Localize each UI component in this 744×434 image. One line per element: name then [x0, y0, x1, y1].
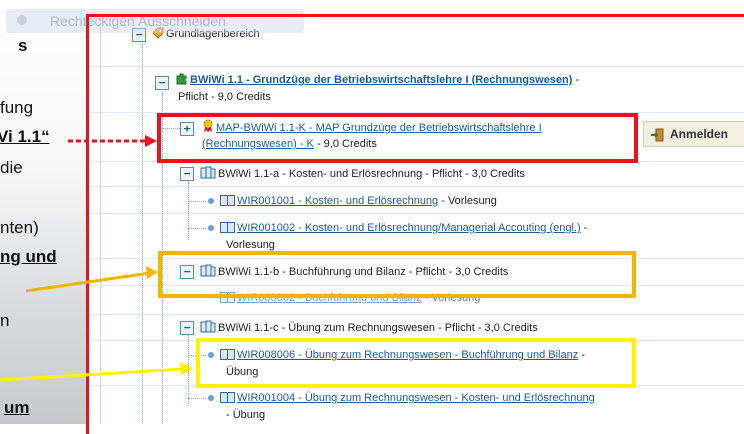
slide-text-line: Vi 1.1“: [0, 127, 50, 146]
slide-text-line: s: [18, 36, 28, 55]
highlight-frame-orange: [158, 251, 636, 298]
highlight-frame-yellow: [196, 338, 636, 388]
slide-text-line: die: [0, 158, 23, 177]
slide-text-line: nten): [0, 218, 39, 237]
slide-text-line: n: [0, 311, 10, 330]
slide-text-line: ng und: [0, 247, 57, 266]
slide-text-panel: s fung Vi 1.1“ die nten) ng und n um: [0, 0, 88, 424]
snip-overlay-dot: [17, 15, 27, 25]
highlight-frame-red: [157, 113, 638, 163]
slide-text-line: um: [4, 398, 30, 417]
slide-text-line: fung: [0, 98, 34, 117]
